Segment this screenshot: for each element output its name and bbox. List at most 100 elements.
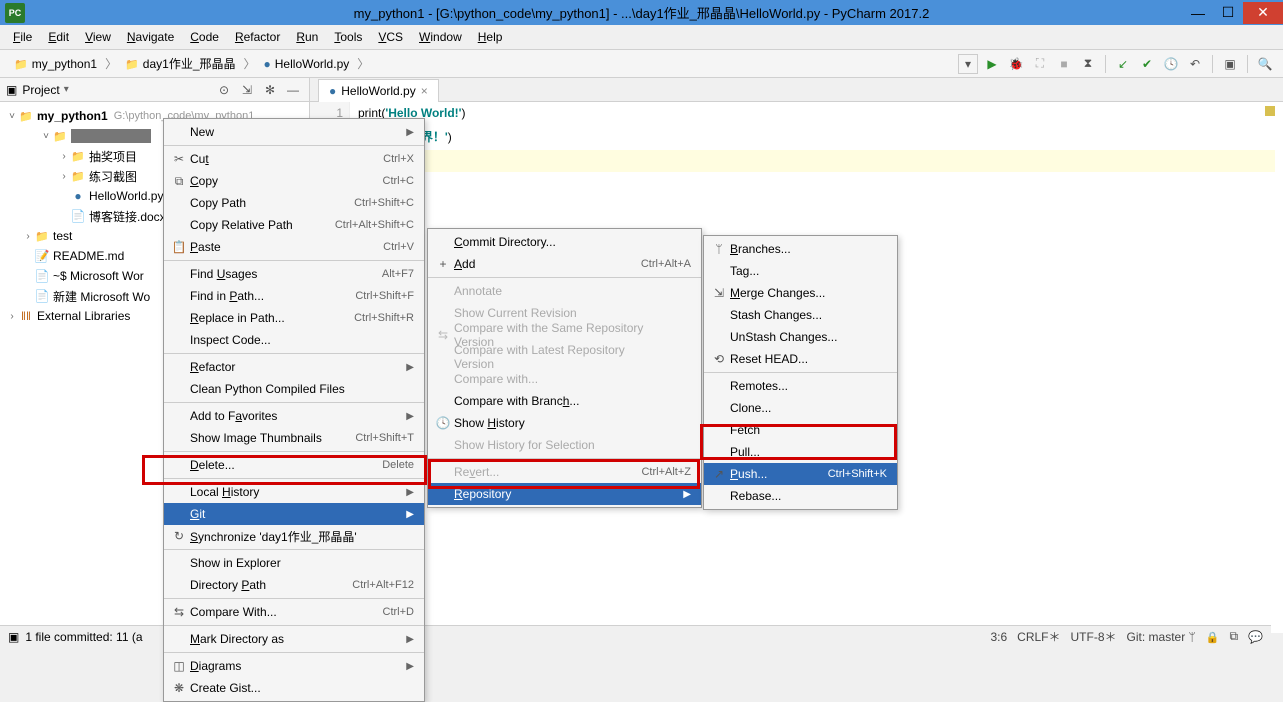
menu-file[interactable]: File bbox=[5, 27, 40, 47]
collapse-all-icon[interactable]: ⇲ bbox=[237, 80, 257, 100]
menu-item-show-history[interactable]: 🕓Show History bbox=[428, 412, 701, 434]
context-menu-1: New▶ ✂CutCtrl+X⧉CopyCtrl+CCopy PathCtrl+S… bbox=[163, 118, 425, 702]
breadcrumb-item[interactable]: day1作业_邢晶晶 bbox=[119, 53, 241, 74]
git-branch[interactable]: Git: master ᛘ bbox=[1127, 630, 1196, 644]
dropdown-icon[interactable]: ▾ bbox=[64, 84, 69, 95]
vcs-update-button[interactable]: ↙ bbox=[1113, 54, 1133, 74]
chevron-right-icon: 〉 bbox=[103, 55, 119, 72]
menu-item-pull[interactable]: Pull... bbox=[704, 441, 897, 463]
code-line[interactable]: rint('你好 世界！') bbox=[358, 128, 1275, 150]
notifications-icon[interactable]: 💬 bbox=[1248, 630, 1263, 644]
menu-item-replace-in-path[interactable]: Replace in Path...Ctrl+Shift+R bbox=[164, 307, 424, 329]
menu-item-push[interactable]: ↗Push...Ctrl+Shift+K bbox=[704, 463, 897, 485]
menu-item-compare-with[interactable]: ⇆Compare With...Ctrl+D bbox=[164, 601, 424, 623]
menu-item-compare-with-latest-repository-version: Compare with Latest Repository Version bbox=[428, 346, 701, 368]
menu-vcs[interactable]: VCS bbox=[370, 27, 411, 47]
menu-item-remotes[interactable]: Remotes... bbox=[704, 375, 897, 397]
coverage-button[interactable]: ⛶ bbox=[1030, 54, 1050, 74]
menu-item-delete[interactable]: Delete...Delete bbox=[164, 454, 424, 476]
menu-item-show-in-explorer[interactable]: Show in Explorer bbox=[164, 552, 424, 574]
file-encoding[interactable]: UTF-8＊ bbox=[1071, 628, 1117, 645]
menu-item-clone[interactable]: Clone... bbox=[704, 397, 897, 419]
menu-item-clean-python-compiled-files[interactable]: Clean Python Compiled Files bbox=[164, 378, 424, 400]
menu-item-diagrams[interactable]: ◫Diagrams▶ bbox=[164, 655, 424, 677]
stop-button[interactable]: ■ bbox=[1054, 54, 1074, 74]
close-button[interactable]: ✕ bbox=[1243, 2, 1283, 24]
menu-item-compare-with-branch[interactable]: Compare with Branch... bbox=[428, 390, 701, 412]
menu-edit[interactable]: Edit bbox=[40, 27, 77, 47]
debug-button[interactable]: 🐞 bbox=[1006, 54, 1026, 74]
folder-icon bbox=[125, 57, 139, 71]
menu-item-repository[interactable]: Repository▶ bbox=[428, 483, 701, 505]
menu-item-cut[interactable]: ✂CutCtrl+X bbox=[164, 148, 424, 170]
scroll-from-source-icon[interactable]: ⊙ bbox=[214, 80, 234, 100]
line-separator[interactable]: CRLF＊ bbox=[1017, 628, 1060, 645]
context-menu-git: Commit Directory...+AddCtrl+Alt+AAnnotat… bbox=[427, 228, 702, 508]
project-panel-header[interactable]: ▣ Project ▾ ⊙ ⇲ ✻ — bbox=[0, 78, 309, 102]
menu-item-copy-path[interactable]: Copy PathCtrl+Shift+C bbox=[164, 192, 424, 214]
code-line[interactable]: print('Hello World!') bbox=[358, 106, 1275, 128]
breadcrumb-item[interactable]: my_python1 bbox=[8, 55, 103, 73]
menu-view[interactable]: View bbox=[77, 27, 119, 47]
menu-item-find-usages[interactable]: Find UsagesAlt+F7 bbox=[164, 263, 424, 285]
run-button[interactable]: ▶ bbox=[982, 54, 1002, 74]
menu-window[interactable]: Window bbox=[411, 27, 470, 47]
breadcrumb-item[interactable]: ●HelloWorld.py bbox=[258, 55, 356, 73]
inspection-marker[interactable] bbox=[1265, 106, 1275, 116]
menu-item-add[interactable]: +AddCtrl+Alt+A bbox=[428, 253, 701, 275]
python-file-icon: ● bbox=[329, 84, 336, 98]
menu-item-directory-path[interactable]: Directory PathCtrl+Alt+F12 bbox=[164, 574, 424, 596]
menu-item-inspect-code[interactable]: Inspect Code... bbox=[164, 329, 424, 351]
menu-item-copy[interactable]: ⧉CopyCtrl+C bbox=[164, 170, 424, 192]
menu-item-unstash-changes[interactable]: UnStash Changes... bbox=[704, 326, 897, 348]
minimize-button[interactable]: — bbox=[1183, 2, 1213, 24]
menu-item-git[interactable]: Git▶ bbox=[164, 503, 424, 525]
lock-icon[interactable] bbox=[1206, 630, 1220, 644]
vcs-revert-button[interactable]: ↶ bbox=[1185, 54, 1205, 74]
memory-indicator[interactable]: ⧉ bbox=[1229, 629, 1238, 644]
menu-item-rebase[interactable]: Rebase... bbox=[704, 485, 897, 507]
menu-tools[interactable]: Tools bbox=[326, 27, 370, 47]
menu-navigate[interactable]: Navigate bbox=[119, 27, 182, 47]
menu-item-add-to-favorites[interactable]: Add to Favorites▶ bbox=[164, 405, 424, 427]
menu-item-new[interactable]: New▶ bbox=[164, 121, 424, 143]
search-everywhere-button[interactable]: 🔍 bbox=[1255, 54, 1275, 74]
menu-run[interactable]: Run bbox=[288, 27, 326, 47]
menu-item-show-history-for-selection: Show History for Selection bbox=[428, 434, 701, 456]
chevron-right-icon: 〉 bbox=[355, 55, 371, 72]
profiler-button[interactable]: ⧗ bbox=[1078, 54, 1098, 74]
close-tab-icon[interactable]: × bbox=[421, 84, 428, 98]
menu-item-create-gist[interactable]: ❋Create Gist... bbox=[164, 677, 424, 699]
menu-item-synchronize-day1[interactable]: ↻Synchronize 'day1作业_邢晶晶' bbox=[164, 525, 424, 547]
menu-item-show-image-thumbnails[interactable]: Show Image ThumbnailsCtrl+Shift+T bbox=[164, 427, 424, 449]
window-controls: — ☐ ✕ bbox=[1183, 2, 1283, 24]
menu-refactor[interactable]: Refactor bbox=[227, 27, 288, 47]
chevron-right-icon: 〉 bbox=[242, 55, 258, 72]
menu-item-reset-head[interactable]: ⟲Reset HEAD... bbox=[704, 348, 897, 370]
run-config-dropdown[interactable]: ▾ bbox=[958, 54, 978, 74]
editor-tab[interactable]: ● HelloWorld.py × bbox=[318, 79, 439, 102]
vcs-commit-button[interactable]: ✔ bbox=[1137, 54, 1157, 74]
vcs-history-button[interactable]: 🕓 bbox=[1161, 54, 1181, 74]
structure-button[interactable]: ▣ bbox=[1220, 54, 1240, 74]
hide-panel-icon[interactable]: — bbox=[283, 80, 303, 100]
menu-item-merge-changes[interactable]: ⇲Merge Changes... bbox=[704, 282, 897, 304]
settings-gear-icon[interactable]: ✻ bbox=[260, 80, 280, 100]
caret-position[interactable]: 3:6 bbox=[990, 630, 1007, 644]
status-icon[interactable]: ▣ bbox=[8, 630, 19, 644]
menu-item-branches[interactable]: ᛘBranches... bbox=[704, 238, 897, 260]
menu-item-commit-directory[interactable]: Commit Directory... bbox=[428, 231, 701, 253]
menu-item-find-in-path[interactable]: Find in Path...Ctrl+Shift+F bbox=[164, 285, 424, 307]
maximize-button[interactable]: ☐ bbox=[1213, 2, 1243, 24]
menu-item-copy-relative-path[interactable]: Copy Relative PathCtrl+Alt+Shift+C bbox=[164, 214, 424, 236]
menu-item-refactor[interactable]: Refactor▶ bbox=[164, 356, 424, 378]
code-line[interactable]: 111 bbox=[358, 150, 1275, 172]
menu-item-fetch[interactable]: Fetch bbox=[704, 419, 897, 441]
menu-item-mark-directory-as[interactable]: Mark Directory as▶ bbox=[164, 628, 424, 650]
menu-item-local-history[interactable]: Local History▶ bbox=[164, 481, 424, 503]
menu-code[interactable]: Code bbox=[182, 27, 227, 47]
menu-help[interactable]: Help bbox=[470, 27, 511, 47]
menu-item-stash-changes[interactable]: Stash Changes... bbox=[704, 304, 897, 326]
menu-item-tag[interactable]: Tag... bbox=[704, 260, 897, 282]
menu-item-paste[interactable]: 📋PasteCtrl+V bbox=[164, 236, 424, 258]
